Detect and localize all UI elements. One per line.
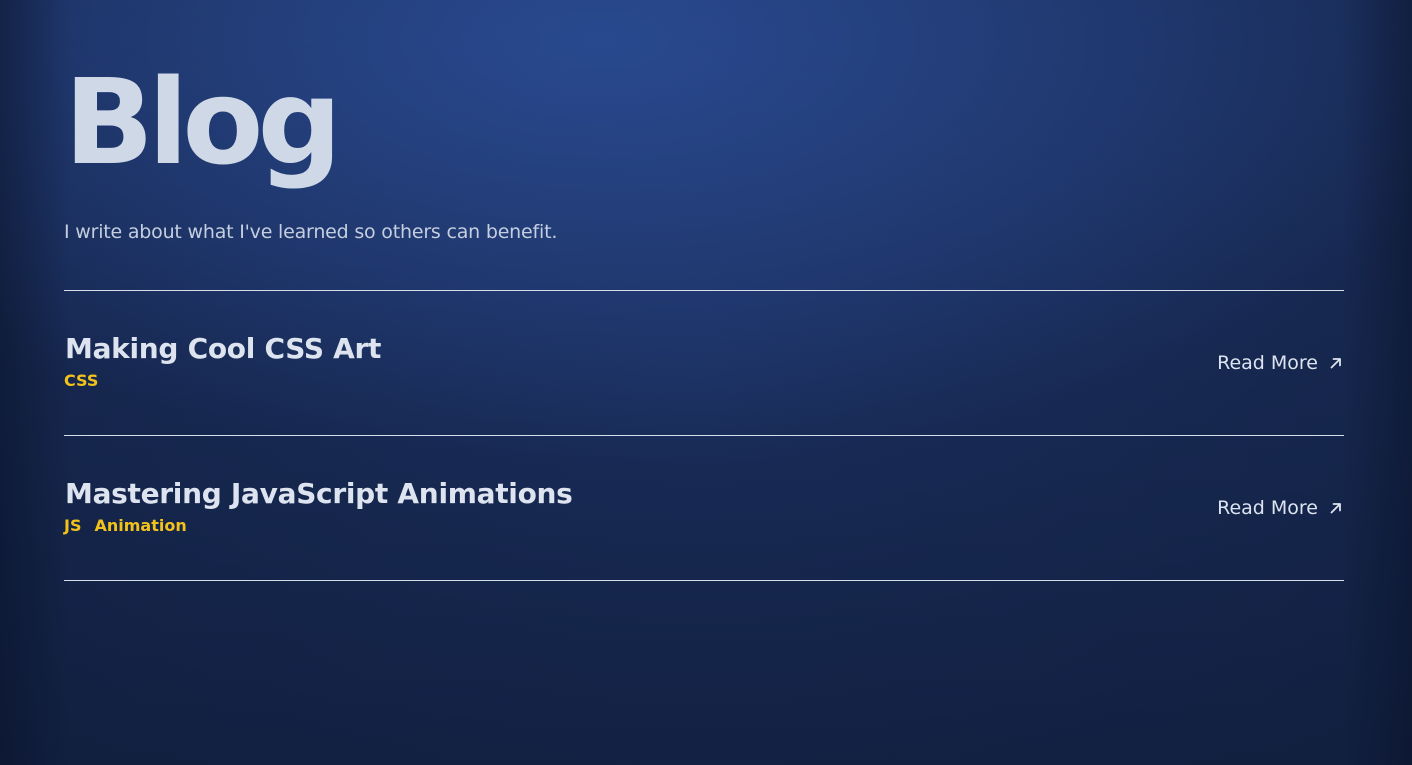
read-more-link[interactable]: Read More xyxy=(1217,496,1344,520)
read-more-label: Read More xyxy=(1217,497,1318,519)
tag-js[interactable]: JS xyxy=(64,516,81,536)
tag-animation[interactable]: Animation xyxy=(94,516,186,536)
read-more-label: Read More xyxy=(1217,352,1318,374)
tag-list: JS Animation xyxy=(64,516,187,536)
arrow-up-right-icon xyxy=(1330,358,1341,369)
page-subtitle: I write about what I've learned so other… xyxy=(64,221,558,243)
post-list: Making Cool CSS Art CSS Read More Master… xyxy=(64,290,1344,581)
tag-list: CSS xyxy=(64,371,98,391)
arrow-up-right-icon xyxy=(1330,503,1341,514)
post-row: Making Cool CSS Art CSS Read More xyxy=(64,291,1344,436)
post-row: Mastering JavaScript Animations JS Anima… xyxy=(64,436,1344,581)
tag-css[interactable]: CSS xyxy=(64,371,98,391)
read-more-link[interactable]: Read More xyxy=(1217,351,1344,375)
page-title: Blog xyxy=(64,53,342,191)
post-title[interactable]: Mastering JavaScript Animations xyxy=(65,474,573,514)
post-title[interactable]: Making Cool CSS Art xyxy=(65,329,381,369)
